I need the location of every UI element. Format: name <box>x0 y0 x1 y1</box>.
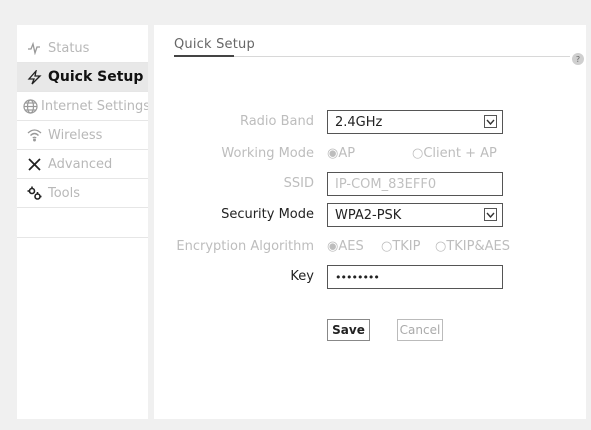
sidebar-item-label: Internet Settings <box>41 98 148 114</box>
cancel-button[interactable]: Cancel <box>397 319 443 341</box>
encryption-aes-radio[interactable]: ◉AES <box>327 239 364 254</box>
radio-label: AES <box>338 239 364 254</box>
radio-unselected-icon: ○ <box>435 239 447 254</box>
sidebar-item-label: Wireless <box>48 127 103 143</box>
save-button[interactable]: Save <box>327 319 370 341</box>
radio-band-label: Radio Band <box>239 114 314 129</box>
sidebar-divider <box>17 237 148 238</box>
lightning-icon <box>23 69 45 85</box>
ssid-field[interactable]: IP-COM_83EFF0 <box>327 172 503 196</box>
sidebar-item-label: Status <box>48 40 90 56</box>
radio-selected-icon: ◉ <box>327 239 339 254</box>
sidebar-item-label: Tools <box>48 185 81 201</box>
gears-icon <box>23 186 45 201</box>
key-row: Key •••••••• <box>154 265 586 289</box>
encryption-label: Encryption Algorithm <box>176 239 314 254</box>
sidebar-item-quick-setup[interactable]: Quick Setup <box>17 63 148 92</box>
sidebar-item-internet-settings[interactable]: Internet Settings <box>17 92 148 121</box>
radio-label: TKIP&AES <box>446 239 510 254</box>
radio-band-value: 2.4GHz <box>335 114 383 130</box>
ssid-row: SSID IP-COM_83EFF0 <box>154 172 586 196</box>
globe-icon <box>23 98 38 114</box>
sidebar-item-label: Advanced <box>48 156 113 172</box>
security-mode-row: Security Mode WPA2-PSK <box>154 203 586 227</box>
title-underline <box>174 55 234 57</box>
working-mode-label: Working Mode <box>221 146 314 161</box>
radio-selected-icon: ◉ <box>327 146 339 161</box>
key-value: •••••••• <box>335 270 380 284</box>
sidebar-item-tools[interactable]: Tools <box>17 179 148 208</box>
radio-band-select[interactable]: 2.4GHz <box>327 110 503 134</box>
page-title: Quick Setup <box>174 37 255 52</box>
ssid-value: IP-COM_83EFF0 <box>335 176 437 192</box>
help-icon[interactable]: ? <box>572 53 584 65</box>
sidebar: Status Quick Setup Internet Settings Wir… <box>17 25 148 419</box>
ssid-label: SSID <box>283 176 314 191</box>
security-mode-select[interactable]: WPA2-PSK <box>327 203 503 227</box>
chevron-down-icon <box>484 115 497 128</box>
radio-unselected-icon: ○ <box>381 239 393 254</box>
key-label: Key <box>290 269 314 284</box>
sidebar-item-advanced[interactable]: Advanced <box>17 150 148 179</box>
encryption-row: Encryption Algorithm ◉AES ○TKIP ○TKIP&AE… <box>154 235 586 259</box>
sidebar-item-label: Quick Setup <box>48 69 144 85</box>
sidebar-item-status[interactable]: Status <box>17 34 148 63</box>
encryption-tkip-radio[interactable]: ○TKIP <box>381 239 420 254</box>
working-mode-ap-radio[interactable]: ◉AP <box>327 146 355 161</box>
working-mode-client-ap-radio[interactable]: ○Client + AP <box>412 146 497 161</box>
radio-band-row: Radio Band 2.4GHz <box>154 110 586 134</box>
pulse-icon <box>23 41 45 55</box>
radio-label: Client + AP <box>423 146 497 161</box>
security-mode-value: WPA2-PSK <box>335 207 402 223</box>
working-mode-row: Working Mode ◉AP ○Client + AP <box>154 142 586 166</box>
chevron-down-icon <box>484 208 497 221</box>
radio-label: TKIP <box>392 239 421 254</box>
title-divider <box>234 56 570 57</box>
encryption-tkip-aes-radio[interactable]: ○TKIP&AES <box>435 239 510 254</box>
tools-cross-icon <box>23 157 45 172</box>
sidebar-item-wireless[interactable]: Wireless <box>17 121 148 150</box>
main-panel: Quick Setup ? Radio Band 2.4GHz Working … <box>154 25 586 419</box>
radio-label: AP <box>338 146 356 161</box>
radio-unselected-icon: ○ <box>412 146 424 161</box>
wifi-icon <box>23 128 45 142</box>
security-mode-label: Security Mode <box>221 207 314 222</box>
key-password-field[interactable]: •••••••• <box>327 265 503 289</box>
